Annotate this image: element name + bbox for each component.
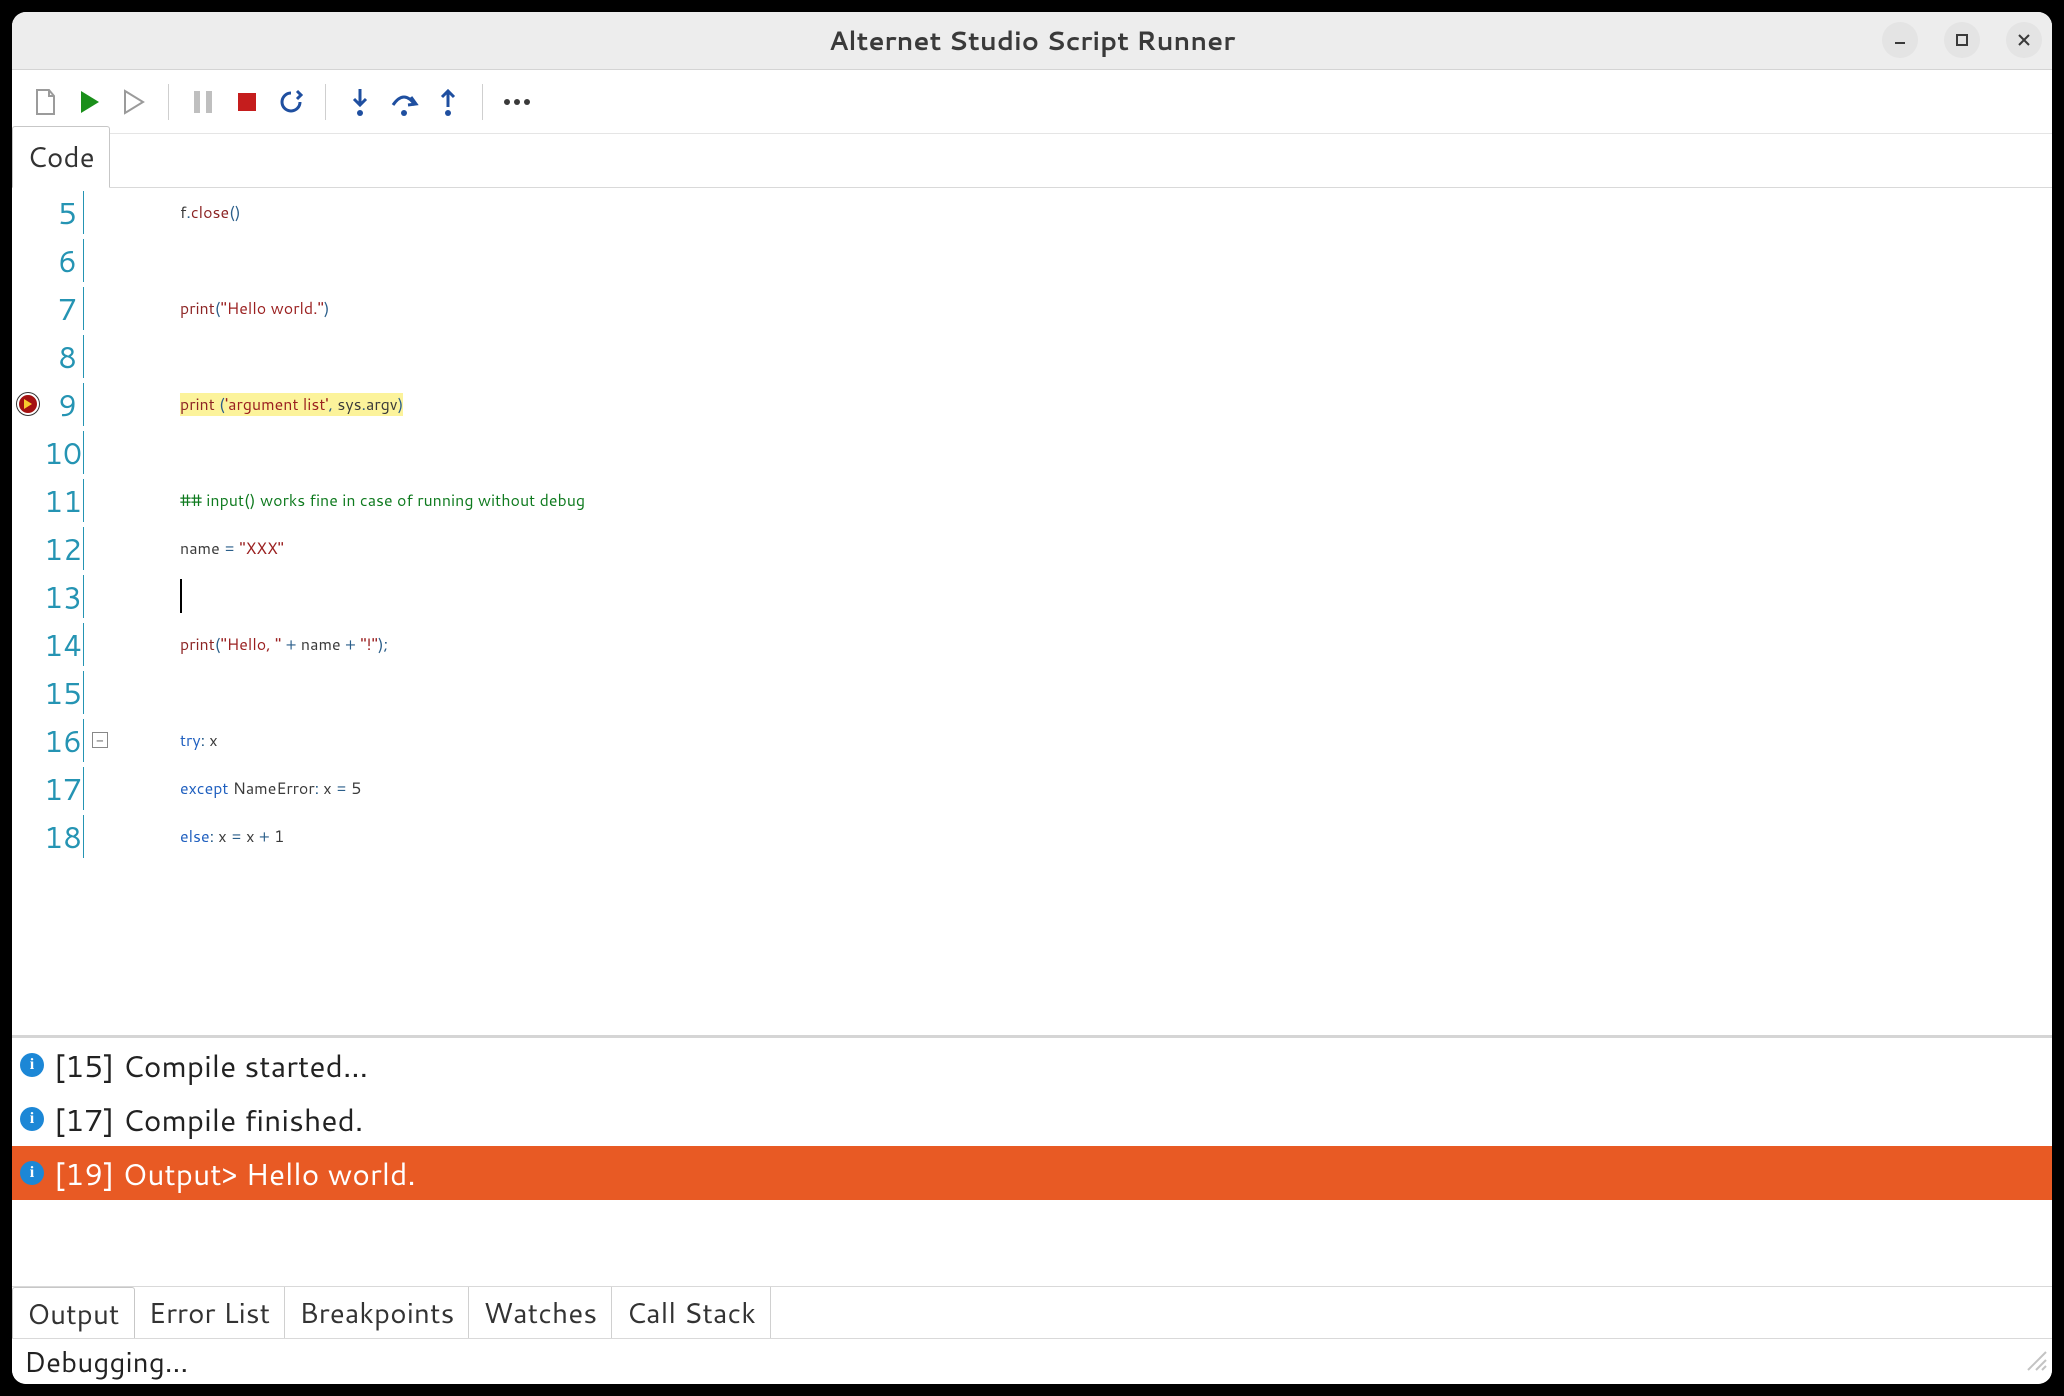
line-number: 6 xyxy=(44,239,84,282)
code-line[interactable]: 12 name = "XXX" xyxy=(12,524,2052,572)
code-line[interactable]: 7 print("Hello world.") xyxy=(12,284,2052,332)
output-text: [15] Compile started... xyxy=(54,1044,368,1087)
run-outline-icon[interactable] xyxy=(114,82,154,122)
breakpoint-arrow-icon xyxy=(17,393,39,415)
pause-icon[interactable] xyxy=(183,82,223,122)
code-line[interactable]: 11 ## input() works fine in case of runni… xyxy=(12,476,2052,524)
code-editor[interactable]: 5 f.close() 6 7 print("Hello world.") 8 9 print… xyxy=(12,188,2052,1035)
code-line[interactable]: 18 else: x = x + 1 xyxy=(12,812,2052,860)
line-number: 12 xyxy=(44,527,84,570)
bottom-tab-output[interactable]: Output xyxy=(12,1287,135,1339)
step-out-icon[interactable] xyxy=(428,82,468,122)
code-content[interactable]: try: x xyxy=(116,729,218,752)
line-number: 11 xyxy=(44,479,84,522)
code-content[interactable]: else: x = x + 1 xyxy=(116,825,284,848)
output-list[interactable]: i [15] Compile started... i [17] Compile fi… xyxy=(12,1038,2052,1286)
code-content[interactable]: ## input() works fine in case of running… xyxy=(116,489,585,512)
info-icon: i xyxy=(20,1053,44,1077)
breakpoint-gutter[interactable] xyxy=(12,393,44,415)
output-text: [19] Output> Hello world. xyxy=(54,1152,416,1195)
line-number: 18 xyxy=(44,815,84,858)
main-window: Alternet Studio Script Runner Code 5 f.cl… xyxy=(12,12,2052,1384)
line-number: 10 xyxy=(44,431,84,474)
line-number: 8 xyxy=(44,335,84,378)
output-row[interactable]: i [15] Compile started... xyxy=(12,1038,2052,1092)
line-number: 13 xyxy=(44,575,84,618)
code-line[interactable]: 6 xyxy=(12,236,2052,284)
code-line[interactable]: 15 xyxy=(12,668,2052,716)
info-icon: i xyxy=(20,1107,44,1131)
output-row[interactable]: i [17] Compile finished. xyxy=(12,1092,2052,1146)
info-icon: i xyxy=(20,1161,44,1185)
code-line[interactable]: 8 xyxy=(12,332,2052,380)
output-row[interactable]: i [19] Output> Hello world. xyxy=(12,1146,2052,1200)
window-title: Alternet Studio Script Runner xyxy=(829,23,1236,59)
tab-code[interactable]: Code xyxy=(12,126,110,188)
resize-grip[interactable] xyxy=(2022,1342,2048,1382)
toolbar-separator xyxy=(325,84,326,120)
code-content[interactable]: print("Hello, " + name + "!"); xyxy=(116,633,388,656)
line-number: 9 xyxy=(44,383,84,426)
code-content[interactable]: print ('argument list', sys.argv) xyxy=(116,393,403,416)
toolbar-separator xyxy=(482,84,483,120)
code-content[interactable] xyxy=(116,579,182,613)
code-line[interactable]: 9 print ('argument list', sys.argv) xyxy=(12,380,2052,428)
step-into-icon[interactable] xyxy=(340,82,380,122)
close-button[interactable] xyxy=(2006,22,2042,58)
code-content[interactable]: except NameError: x = 5 xyxy=(116,777,361,800)
maximize-button[interactable] xyxy=(1944,22,1980,58)
run-icon[interactable] xyxy=(70,82,110,122)
bottom-tabs: OutputError ListBreakpointsWatchesCall S… xyxy=(12,1286,2052,1338)
output-text: [17] Compile finished. xyxy=(54,1098,363,1141)
code-content[interactable]: print("Hello world.") xyxy=(116,297,330,320)
code-line[interactable]: 5 f.close() xyxy=(12,188,2052,236)
toolbar xyxy=(12,70,2052,134)
toolbar-separator xyxy=(168,84,169,120)
output-panel: i [15] Compile started... i [17] Compile fi… xyxy=(12,1038,2052,1338)
minimize-button[interactable] xyxy=(1882,22,1918,58)
code-line[interactable]: 17 except NameError: x = 5 xyxy=(12,764,2052,812)
line-number: 14 xyxy=(44,623,84,666)
editor-tabs: Code xyxy=(12,134,2052,188)
code-content[interactable]: name = "XXX" xyxy=(116,537,284,560)
more-icon[interactable] xyxy=(497,82,537,122)
bottom-tab-watches[interactable]: Watches xyxy=(469,1287,612,1339)
text-cursor xyxy=(180,579,182,613)
stop-icon[interactable] xyxy=(227,82,267,122)
code-line[interactable]: 13 xyxy=(12,572,2052,620)
bottom-tab-call-stack[interactable]: Call Stack xyxy=(612,1287,771,1339)
code-line[interactable]: 16−try: x xyxy=(12,716,2052,764)
bottom-tab-breakpoints[interactable]: Breakpoints xyxy=(285,1287,469,1339)
line-number: 15 xyxy=(44,671,84,714)
line-number: 16 xyxy=(44,719,84,762)
fold-gutter[interactable]: − xyxy=(84,732,116,748)
new-file-icon[interactable] xyxy=(26,82,66,122)
bottom-tab-error-list[interactable]: Error List xyxy=(135,1287,286,1339)
step-over-icon[interactable] xyxy=(384,82,424,122)
code-content[interactable]: f.close() xyxy=(116,201,241,224)
status-text: Debugging... xyxy=(24,1342,188,1382)
fold-toggle-icon[interactable]: − xyxy=(92,732,108,748)
line-number: 5 xyxy=(44,191,84,234)
line-number: 7 xyxy=(44,287,84,330)
line-number: 17 xyxy=(44,767,84,810)
status-bar: Debugging... xyxy=(12,1338,2052,1384)
titlebar[interactable]: Alternet Studio Script Runner xyxy=(12,12,2052,70)
window-controls xyxy=(1882,22,2042,58)
restart-icon[interactable] xyxy=(271,82,311,122)
code-line[interactable]: 14 print("Hello, " + name + "!"); xyxy=(12,620,2052,668)
code-line[interactable]: 10 xyxy=(12,428,2052,476)
